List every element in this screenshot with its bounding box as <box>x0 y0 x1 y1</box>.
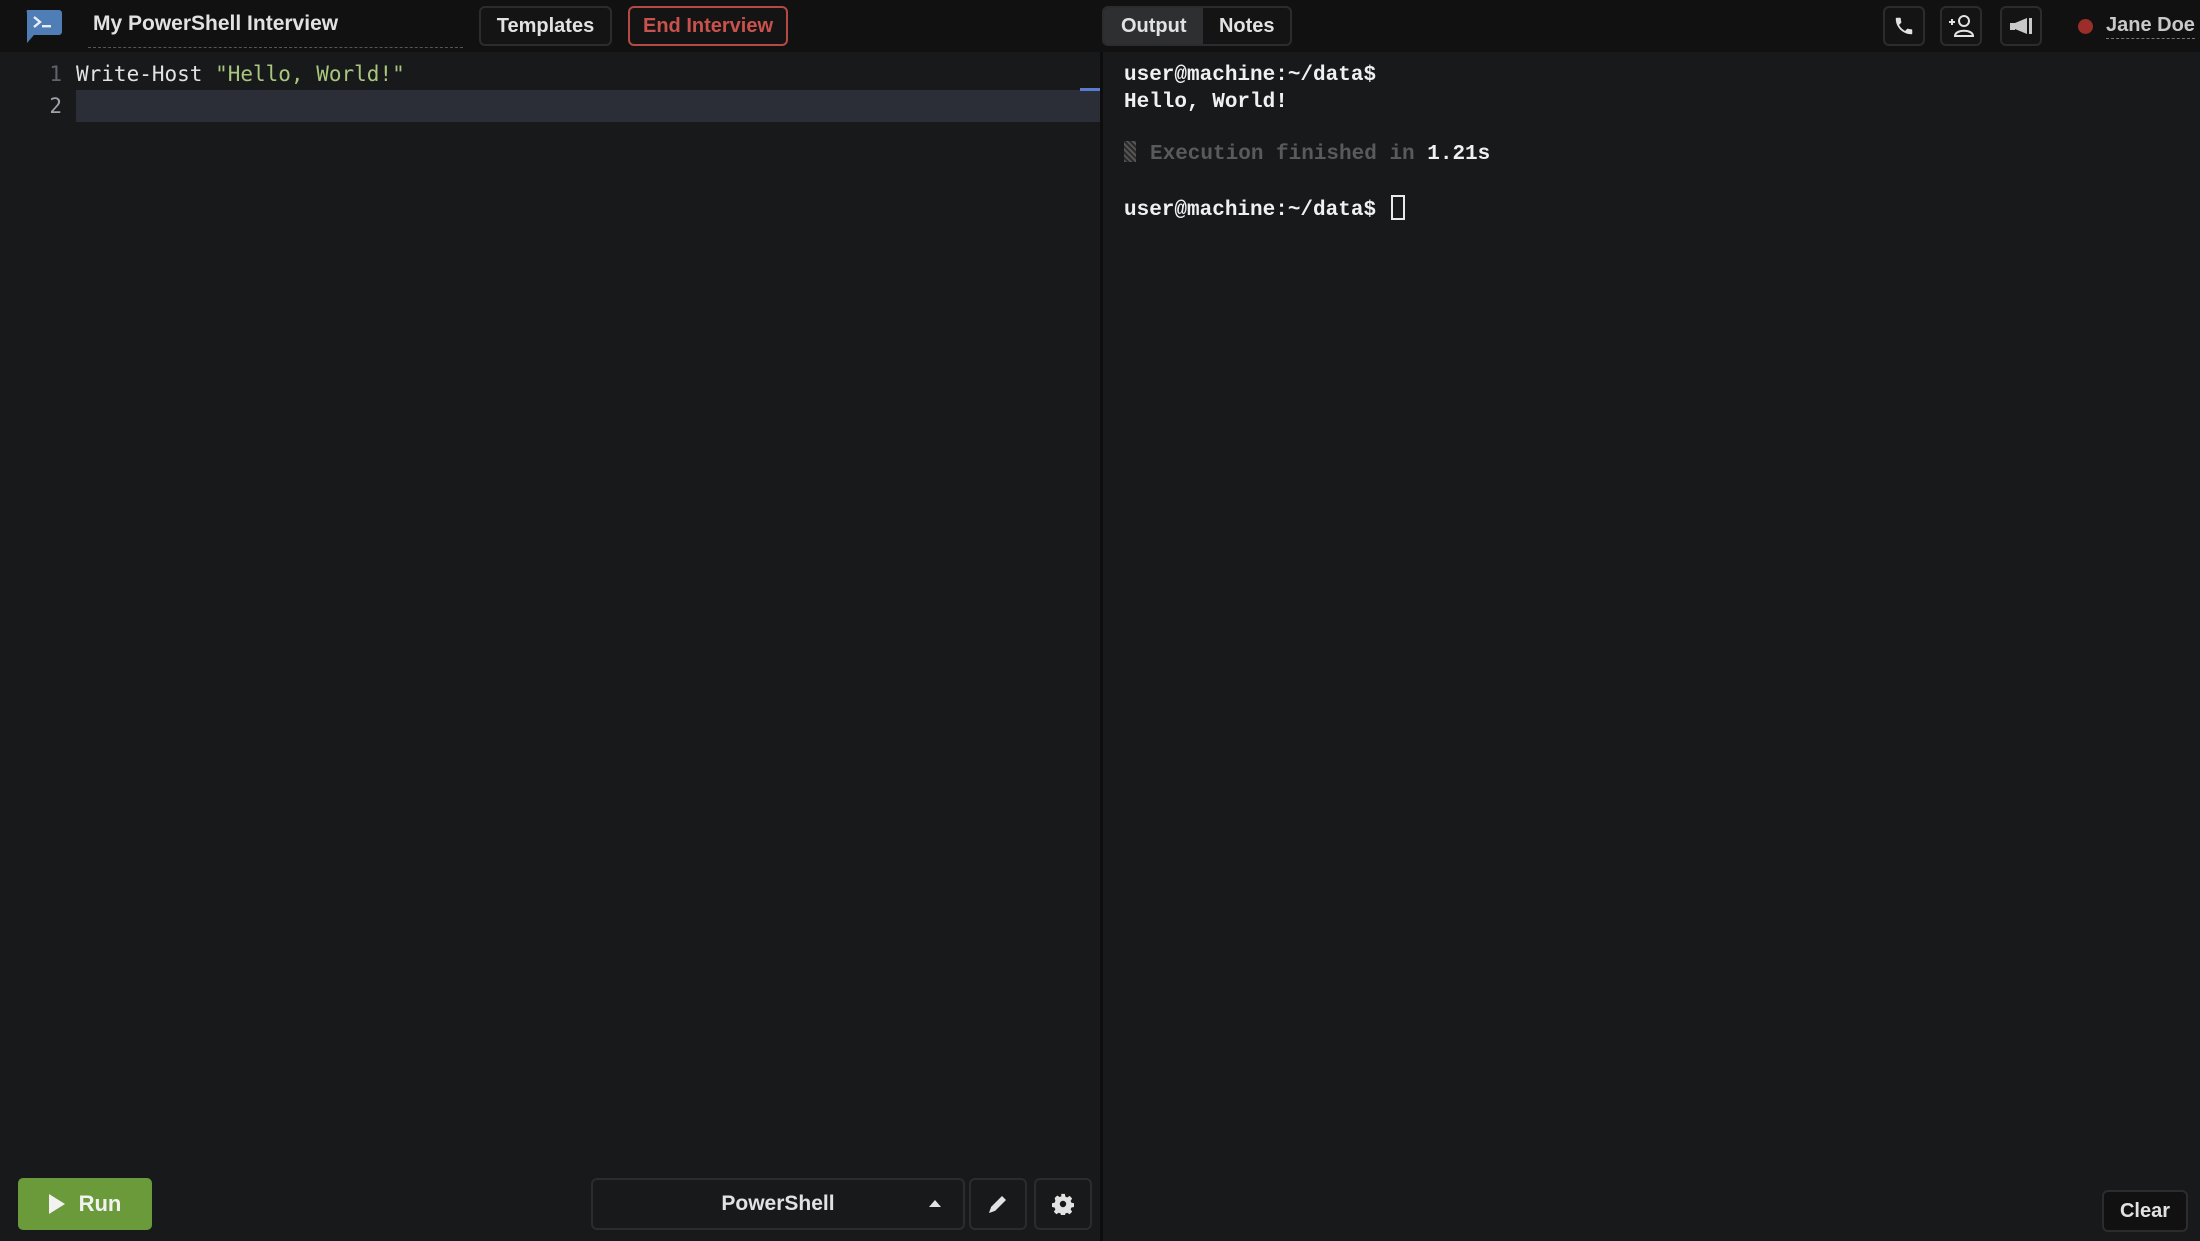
terminal-stdout: Hello, World! <box>1124 91 1288 114</box>
code-line[interactable]: 1 Write-Host "Hello, World!" <box>0 58 1100 90</box>
terminal-chat-icon <box>26 10 62 43</box>
announce-button[interactable] <box>2000 6 2042 46</box>
pencil-icon <box>989 1196 1006 1213</box>
phone-icon <box>1895 17 1913 35</box>
tab-output[interactable]: Output <box>1104 8 1204 44</box>
line-number: 1 <box>49 62 62 86</box>
run-button[interactable]: Run <box>18 1178 152 1230</box>
output-tabs: Output Notes <box>1102 6 1292 46</box>
call-button[interactable] <box>1883 6 1925 46</box>
add-user-icon <box>1949 15 1975 37</box>
templates-button[interactable]: Templates <box>479 6 612 46</box>
caret-up-icon <box>929 1200 941 1207</box>
gear-icon <box>1052 1193 1074 1215</box>
terminal-output: user@machine:~/data$ Hello, World! Execu… <box>1124 62 1490 222</box>
clear-button[interactable]: Clear <box>2102 1190 2188 1232</box>
code-string: "Hello, World!" <box>215 62 405 86</box>
top-bar: My PowerShell Interview Templates End In… <box>0 0 2200 52</box>
end-interview-button[interactable]: End Interview <box>628 6 788 46</box>
recording-status-dot <box>2078 19 2093 34</box>
line-number: 2 <box>49 94 62 118</box>
play-icon <box>48 1194 65 1214</box>
edit-button[interactable] <box>969 1178 1027 1230</box>
language-select[interactable]: PowerShell <box>591 1178 965 1230</box>
tab-notes[interactable]: Notes <box>1203 8 1290 44</box>
execution-label: Execution finished in <box>1150 143 1428 166</box>
code-editor[interactable]: 1 Write-Host "Hello, World!" 2 Run Power… <box>0 58 1100 1241</box>
code-line[interactable]: 2 <box>0 90 1100 122</box>
execution-time: 1.21s <box>1427 143 1491 166</box>
run-label: Run <box>78 1191 122 1216</box>
code-command: Write-Host <box>76 62 216 86</box>
output-panel: user@machine:~/data$ Hello, World! Execu… <box>1103 52 2200 1241</box>
interview-title[interactable]: My PowerShell Interview <box>88 8 463 48</box>
settings-button[interactable] <box>1034 1178 1092 1230</box>
terminal-prompt: user@machine:~/data$ <box>1124 64 1377 87</box>
shade-block-icon <box>1124 141 1136 162</box>
user-name[interactable]: Jane Doe <box>2106 12 2195 39</box>
terminal-prompt: user@machine:~/data$ <box>1124 199 1389 222</box>
terminal-cursor[interactable] <box>1390 195 1405 220</box>
invite-user-button[interactable] <box>1940 6 1982 46</box>
megaphone-icon <box>2010 18 2032 34</box>
language-value: PowerShell <box>721 1192 835 1215</box>
